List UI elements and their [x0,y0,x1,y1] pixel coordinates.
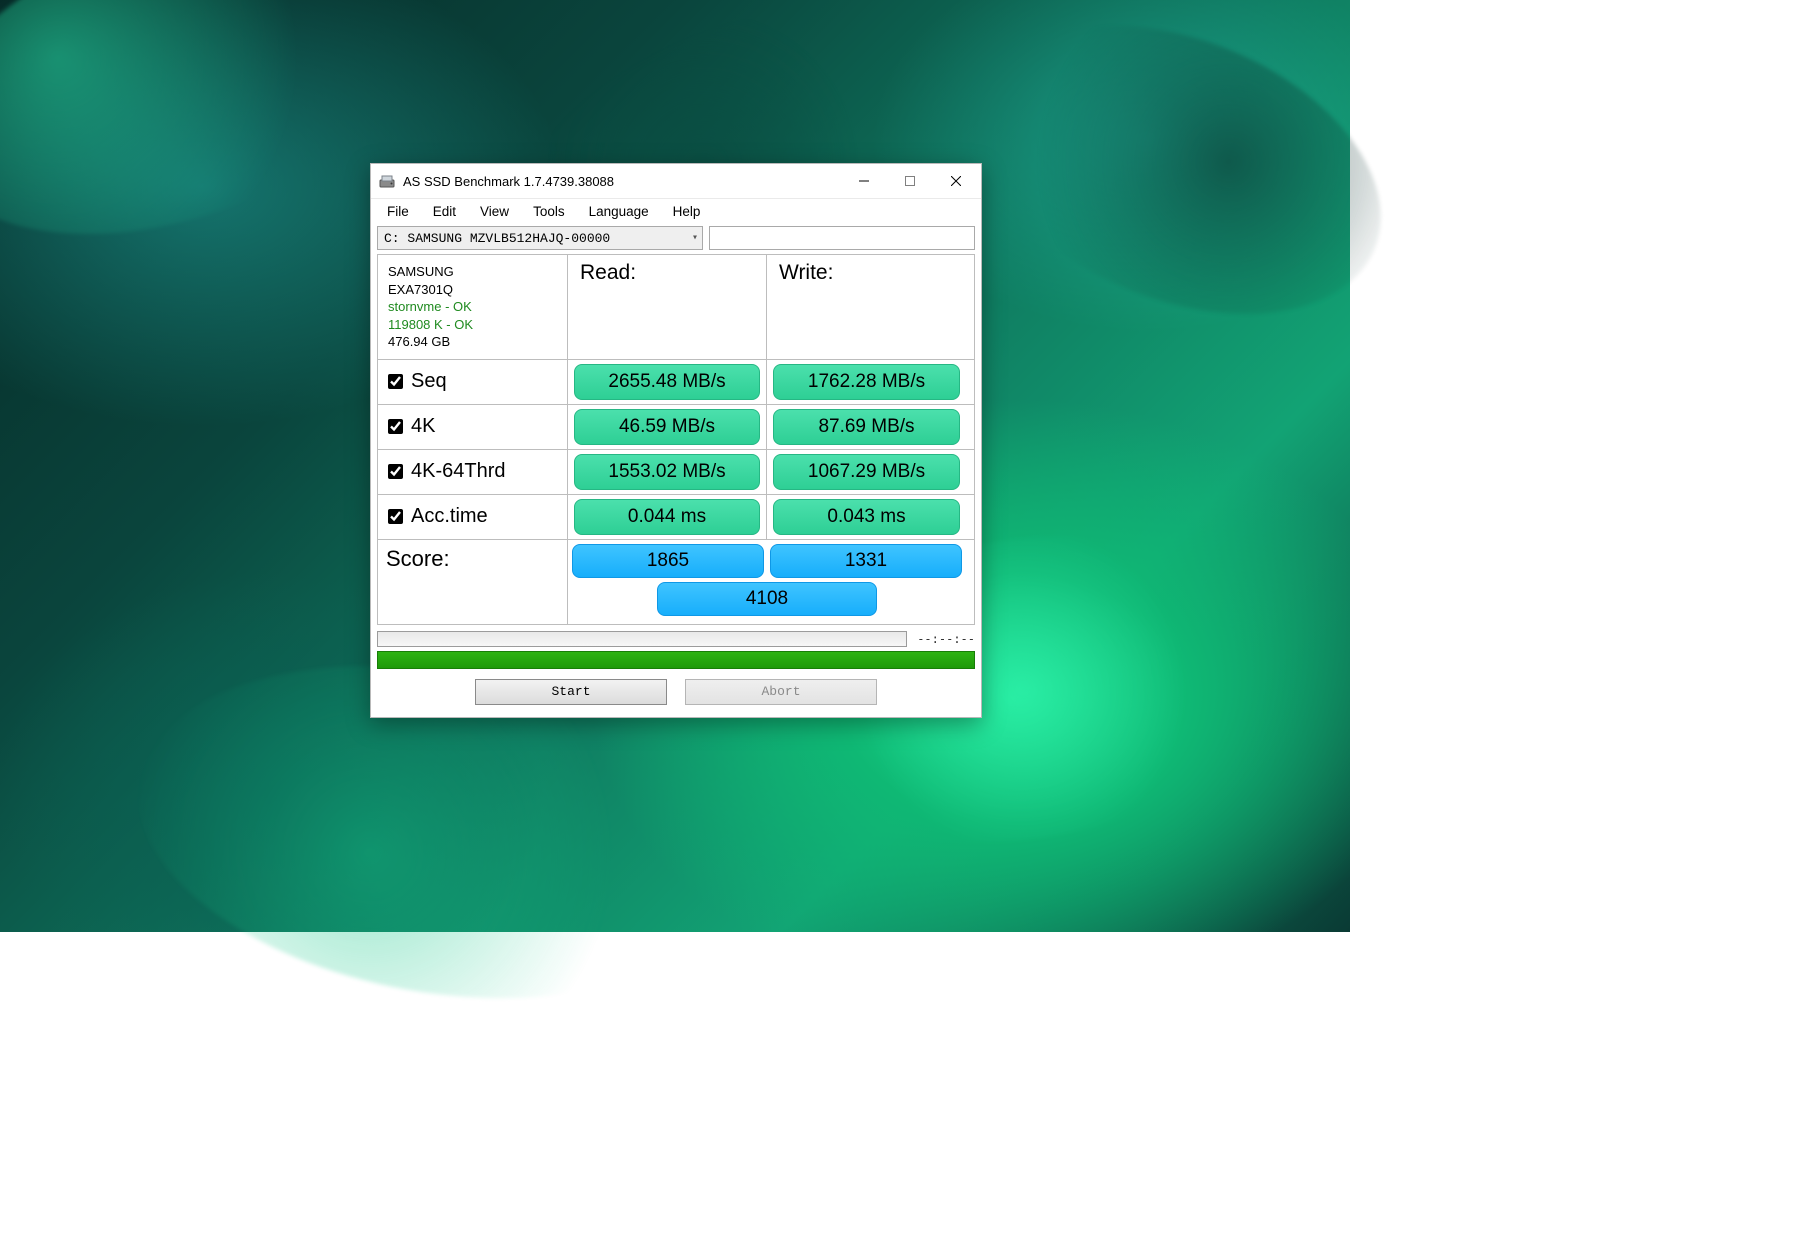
row-seq-label: Seq [411,370,447,393]
menu-language[interactable]: Language [577,201,661,222]
score-total: 4108 [657,582,877,616]
seq-write-value: 1762.28 MB/s [773,364,960,400]
acc-read-value: 0.044 ms [574,499,760,535]
drive-select-value: C: SAMSUNG MZVLB512HAJQ-00000 [384,231,610,246]
drive-capacity: 476.94 GB [388,333,450,351]
drive-alignment-status: 119808 K - OK [388,316,473,334]
drive-info-cell: SAMSUNG EXA7301Q stornvme - OK 119808 K … [378,255,568,359]
drive-driver-status: stornvme - OK [388,298,472,316]
drive-vendor: SAMSUNG [388,263,454,281]
menu-help[interactable]: Help [661,201,713,222]
desktop-wallpaper: AS SSD Benchmark 1.7.4739.38088 File Edi… [0,0,1350,932]
row-acc-label-cell: Acc.time [378,495,568,539]
4k-write-value: 87.69 MB/s [773,409,960,445]
acc-write-value: 0.043 ms [773,499,960,535]
label-input[interactable] [709,226,975,250]
seq-read-value: 2655.48 MB/s [574,364,760,400]
drive-select[interactable]: C: SAMSUNG MZVLB512HAJQ-00000 ▾ [377,226,703,250]
start-button[interactable]: Start [475,679,667,705]
score-area: 1865 1331 4108 [568,540,966,624]
row-4k64-label: 4K-64Thrd [411,460,506,483]
menu-tools[interactable]: Tools [521,201,577,222]
chevron-down-icon: ▾ [692,232,698,244]
score-write: 1331 [770,544,962,578]
app-icon [379,173,395,189]
4k64-write-value: 1067.29 MB/s [773,454,960,490]
as-ssd-benchmark-window: AS SSD Benchmark 1.7.4739.38088 File Edi… [370,163,982,718]
checkbox-seq[interactable] [388,374,403,389]
menubar: File Edit View Tools Language Help [371,199,981,224]
row-4k-label-cell: 4K [378,405,568,449]
row-4k64-label-cell: 4K-64Thrd [378,450,568,494]
results-grid: SAMSUNG EXA7301Q stornvme - OK 119808 K … [377,254,975,625]
minimize-button[interactable] [841,165,887,197]
progress-bar [377,631,907,647]
maximize-button[interactable] [887,165,933,197]
checkbox-acc[interactable] [388,509,403,524]
elapsed-time: --:--:-- [917,632,975,646]
menu-edit[interactable]: Edit [421,201,468,222]
row-4k-label: 4K [411,415,435,438]
titlebar[interactable]: AS SSD Benchmark 1.7.4739.38088 [371,164,981,199]
checkbox-4k64[interactable] [388,464,403,479]
score-read: 1865 [572,544,764,578]
4k64-read-value: 1553.02 MB/s [574,454,760,490]
menu-view[interactable]: View [468,201,521,222]
checkbox-4k[interactable] [388,419,403,434]
window-title: AS SSD Benchmark 1.7.4739.38088 [403,174,841,189]
drive-firmware: EXA7301Q [388,281,453,299]
4k-read-value: 46.59 MB/s [574,409,760,445]
score-label: Score: [378,540,568,624]
menu-file[interactable]: File [375,201,421,222]
header-write: Write: [767,255,966,359]
row-seq-label-cell: Seq [378,360,568,404]
abort-button: Abort [685,679,877,705]
row-acc-label: Acc.time [411,505,488,528]
header-read: Read: [568,255,767,359]
throughput-bar [377,651,975,669]
close-button[interactable] [933,165,979,197]
